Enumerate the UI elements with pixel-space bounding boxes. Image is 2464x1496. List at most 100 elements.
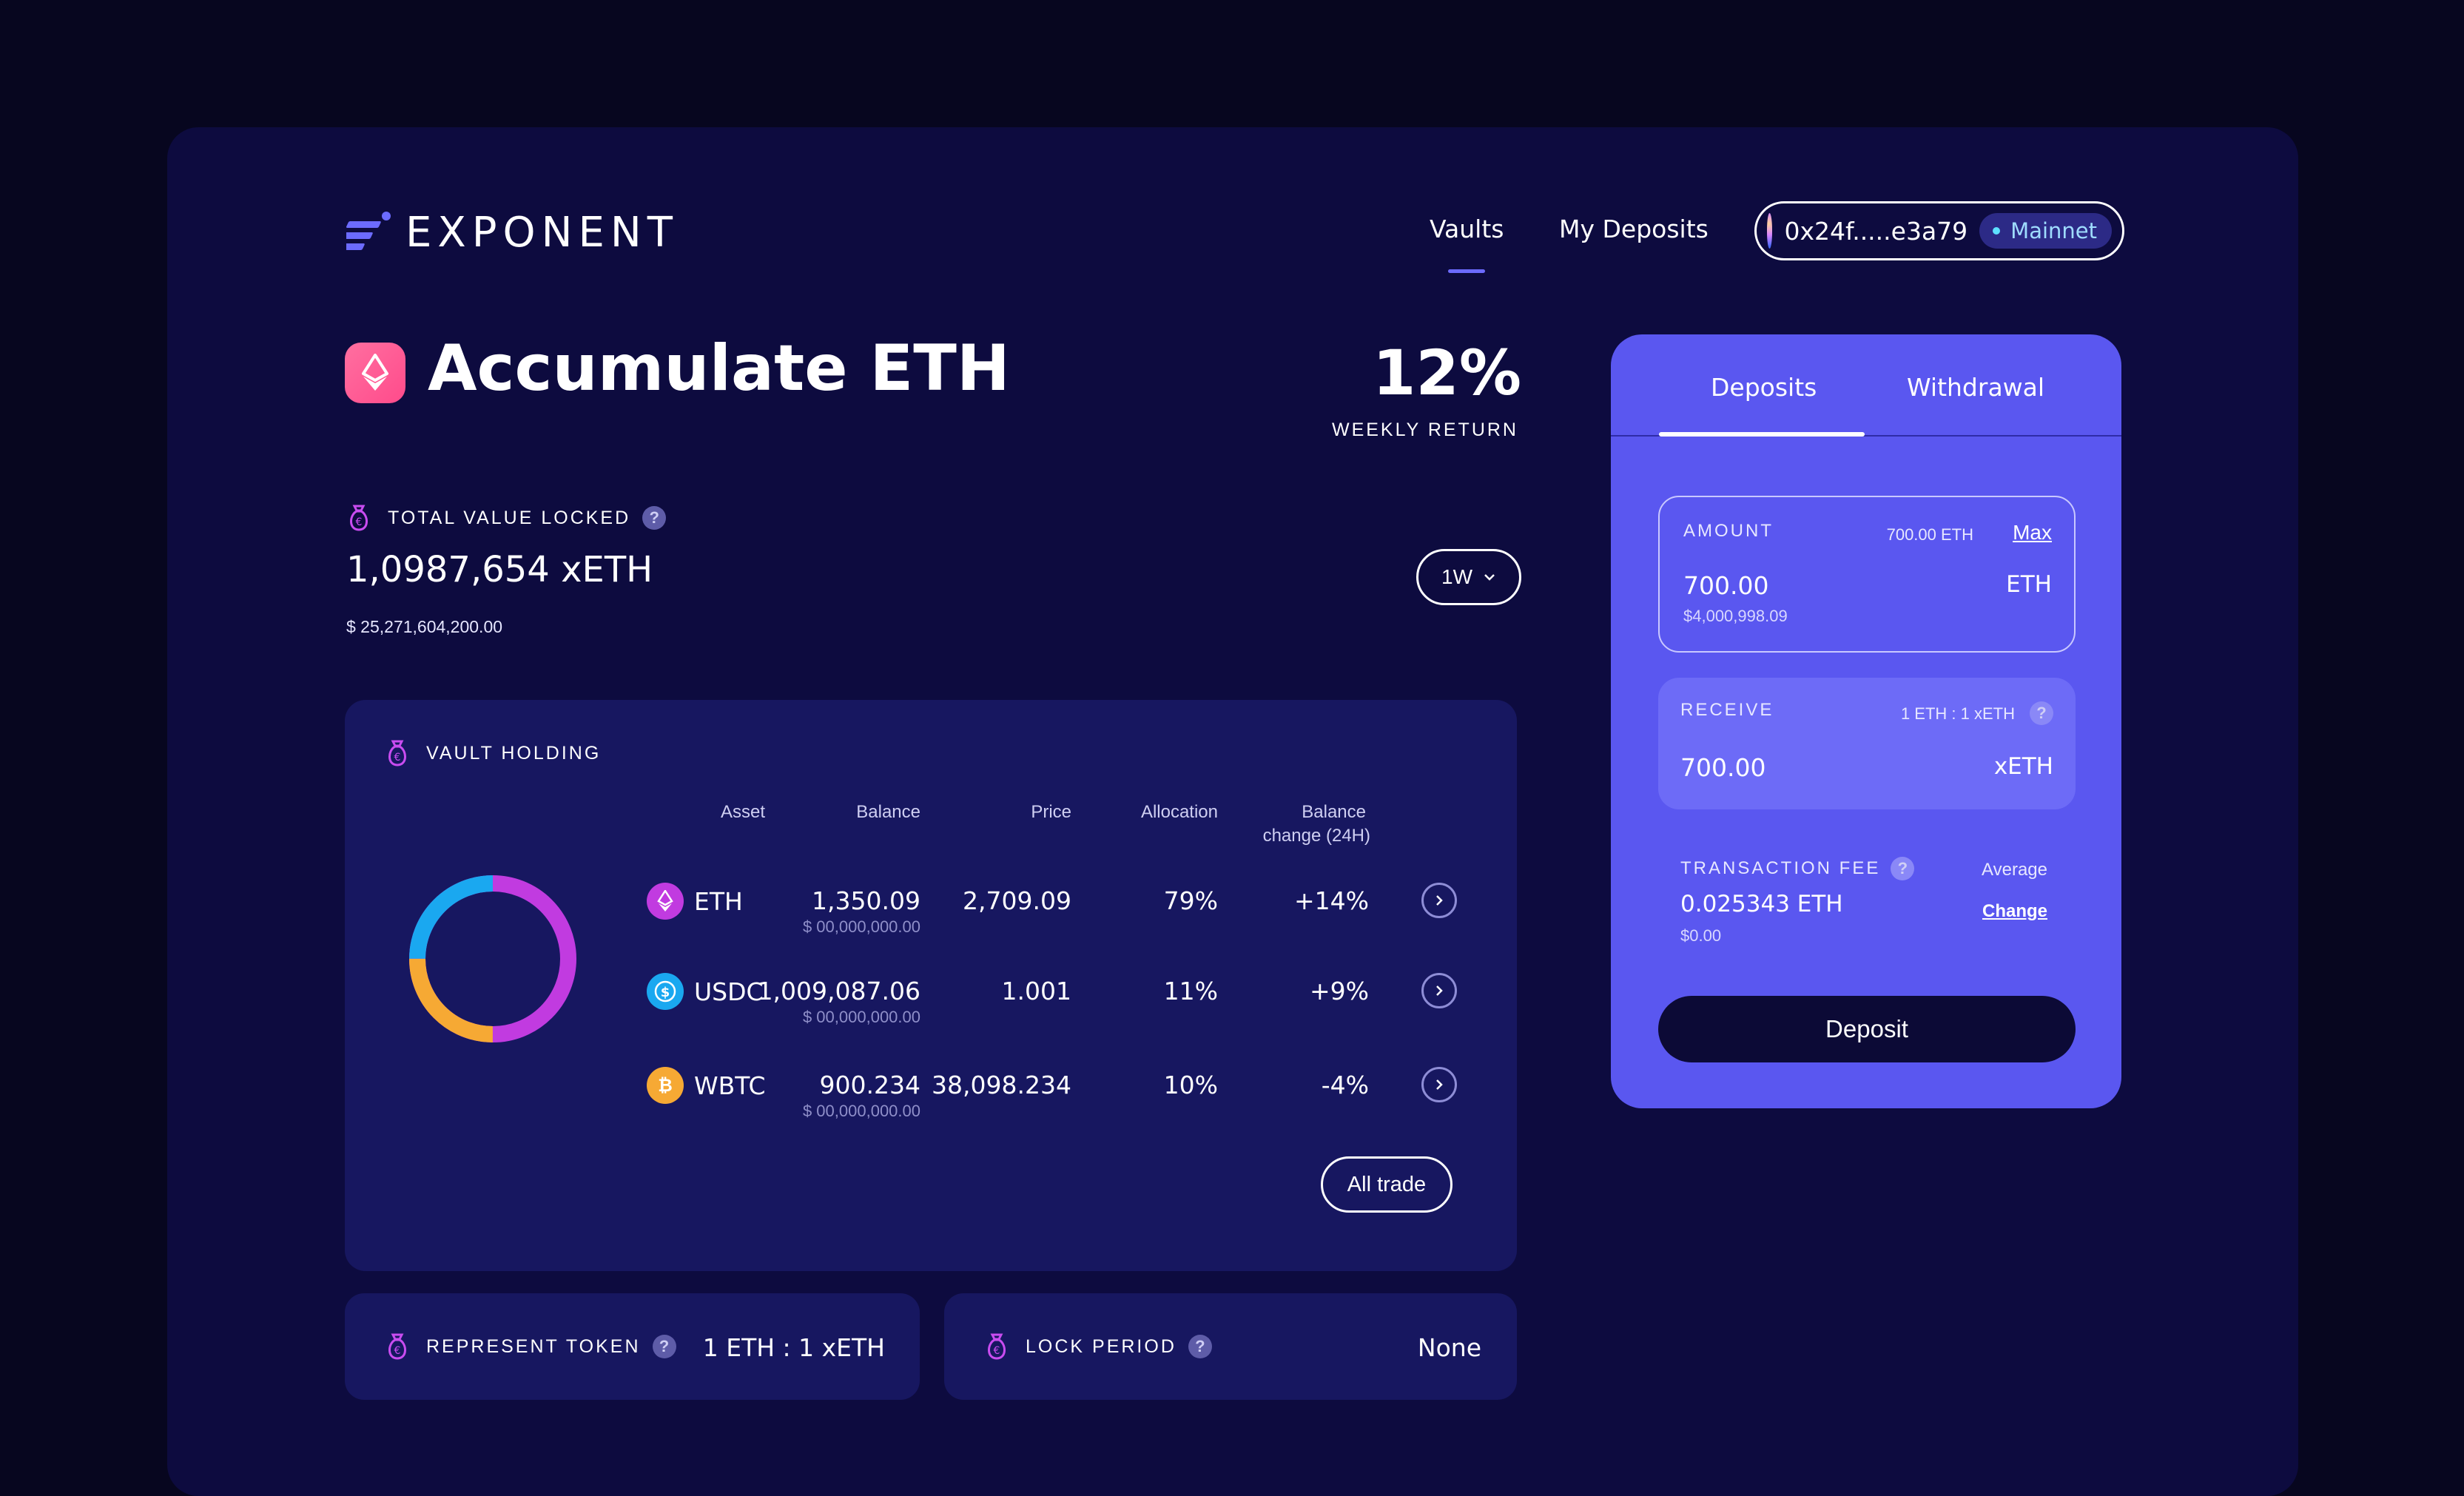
asset-allocation: 11%: [1163, 977, 1218, 1005]
tvl-usd: $ 25,271,604,200.00: [346, 617, 503, 636]
wallet-address: 0x24f.....e3a79: [1784, 216, 1968, 246]
tab-active-indicator: [1659, 432, 1865, 437]
period-select[interactable]: 1W: [1416, 549, 1521, 605]
network-status-dot: [1993, 227, 2001, 235]
asset-name: WBTC: [694, 1071, 766, 1100]
period-value: 1W: [1441, 565, 1472, 588]
max-button[interactable]: Max: [2013, 521, 2052, 545]
asset-change: +14%: [1294, 886, 1369, 915]
represent-token-help-icon[interactable]: ?: [652, 1335, 676, 1358]
col-price: Price: [1031, 802, 1071, 822]
nav-vaults[interactable]: Vaults: [1430, 215, 1504, 273]
nav-vaults-label: Vaults: [1430, 215, 1504, 243]
asset-balance: 1,350.09: [812, 886, 920, 915]
allocation-donut-chart: [409, 875, 576, 1042]
lock-period-label: LOCK PERIOD: [1026, 1335, 1177, 1357]
table-row-usdc[interactable]: $ USDC: [647, 973, 764, 1010]
chevron-right-icon: [1436, 1079, 1443, 1090]
asset-price: 2,709.09: [963, 886, 1071, 915]
wallet-button[interactable]: 0x24f.....e3a79 Mainnet: [1754, 201, 2124, 260]
nav-my-deposits-label: My Deposits: [1559, 215, 1709, 243]
asset-balance: 1,009,087.06: [757, 977, 920, 1005]
fee-header: TRANSACTION FEE ?: [1680, 857, 1915, 880]
asset-price: 38,098.234: [932, 1071, 1071, 1099]
chevron-right-icon: [1436, 895, 1443, 906]
table-row-wbtc[interactable]: ₿ WBTC: [647, 1067, 766, 1104]
deposit-button[interactable]: Deposit: [1658, 996, 2076, 1062]
money-bag-icon: €: [388, 740, 406, 766]
nav-my-deposits[interactable]: My Deposits: [1559, 215, 1709, 243]
wallet-avatar: [1767, 213, 1773, 249]
col-allocation: Allocation: [1140, 802, 1218, 822]
usdc-coin-icon: $: [647, 973, 684, 1010]
brand-logo[interactable]: EXPONENT: [346, 209, 679, 257]
svg-text:$: $: [661, 985, 670, 1000]
receive-help-icon[interactable]: ?: [2030, 701, 2053, 725]
represent-token-value: 1 ETH : 1 xETH: [702, 1333, 885, 1362]
amount-available: 700.00 ETH: [1886, 525, 1973, 544]
asset-change: -4%: [1321, 1071, 1369, 1099]
fee-change-link[interactable]: Change: [1982, 901, 2047, 922]
brand-name: EXPONENT: [405, 209, 679, 257]
money-bag-icon: €: [988, 1333, 1006, 1360]
row-detail-button[interactable]: [1421, 883, 1457, 918]
chevron-down-icon: [1484, 574, 1495, 581]
col-asset: Asset: [720, 802, 765, 822]
weekly-return-label: WEEKLY RETURN: [1331, 420, 1518, 440]
col-balance: Balance: [856, 802, 920, 822]
svg-text:€: €: [356, 516, 363, 528]
represent-token-header: € REPRESENT TOKEN ?: [385, 1332, 676, 1361]
represent-token-label: REPRESENT TOKEN: [426, 1335, 641, 1357]
lock-period-value: None: [1417, 1333, 1481, 1362]
asset-change: +9%: [1309, 977, 1369, 1005]
asset-balance-usd: $ 00,000,000.00: [802, 1102, 920, 1120]
asset-name: USDC: [694, 977, 764, 1006]
fee-label: TRANSACTION FEE: [1680, 858, 1881, 878]
tab-deposits[interactable]: Deposits: [1711, 373, 1817, 402]
wbtc-coin-icon: ₿: [647, 1067, 684, 1104]
amount-label: AMOUNT: [1683, 521, 1774, 541]
receive-box: RECEIVE 1 ETH : 1 xETH ? 700.00 xETH: [1658, 678, 2076, 809]
asset-balance-usd: $ 00,000,000.00: [802, 1008, 920, 1026]
svg-text:€: €: [394, 752, 401, 764]
row-detail-button[interactable]: [1421, 1067, 1457, 1102]
fee-help-icon[interactable]: ?: [1891, 857, 1915, 880]
asset-allocation: 79%: [1163, 886, 1218, 915]
exponent-logo-icon: [346, 211, 391, 250]
amount-usd: $4,000,998.09: [1683, 607, 1788, 625]
lock-period-help-icon[interactable]: ?: [1188, 1335, 1212, 1358]
amount-unit: ETH: [2006, 571, 2052, 598]
fee-speed: Average: [1982, 860, 2047, 880]
tvl-help-icon[interactable]: ?: [642, 506, 667, 530]
asset-name: ETH: [694, 886, 743, 916]
all-trade-button[interactable]: All trade: [1321, 1156, 1453, 1213]
receive-value: 700.00: [1680, 753, 1766, 782]
col-change-sub: change (24H): [1262, 826, 1370, 846]
row-detail-button[interactable]: [1421, 973, 1457, 1008]
asset-balance-usd: $ 00,000,000.00: [802, 917, 920, 936]
svg-text:€: €: [994, 1345, 1000, 1357]
vault-eth-icon: [345, 343, 405, 403]
eth-coin-icon: [647, 883, 684, 920]
asset-balance: 900.234: [819, 1071, 920, 1099]
tvl-header: € TOTAL VALUE LOCKED ?: [346, 503, 667, 533]
holding-label: VAULT HOLDING: [426, 742, 602, 764]
svg-text:€: €: [394, 1345, 401, 1357]
amount-input-box[interactable]: AMOUNT 700.00 ETH Max 700.00 ETH $4,000,…: [1658, 496, 2076, 653]
asset-price: 1.001: [1001, 977, 1071, 1005]
tvl-value: 1,0987,654 xETH: [346, 549, 653, 590]
money-bag-icon: €: [350, 505, 368, 531]
money-bag-icon: €: [388, 1333, 406, 1360]
col-change: Balance: [1302, 802, 1366, 822]
fee-value: 0.025343 ETH: [1680, 891, 1843, 917]
chevron-right-icon: [1436, 985, 1443, 996]
table-row-eth[interactable]: ETH: [647, 883, 743, 920]
receive-unit: xETH: [1993, 753, 2053, 780]
tab-withdrawal[interactable]: Withdrawal: [1907, 373, 2044, 402]
deposit-panel: Deposits Withdrawal AMOUNT 700.00 ETH Ma…: [1611, 334, 2121, 1108]
receive-label: RECEIVE: [1680, 700, 1774, 720]
receive-rate: 1 ETH : 1 xETH: [1900, 704, 2015, 723]
tvl-label: TOTAL VALUE LOCKED: [388, 507, 631, 528]
amount-input[interactable]: 700.00: [1683, 571, 1768, 600]
weekly-return-value: 12%: [1372, 337, 1521, 409]
